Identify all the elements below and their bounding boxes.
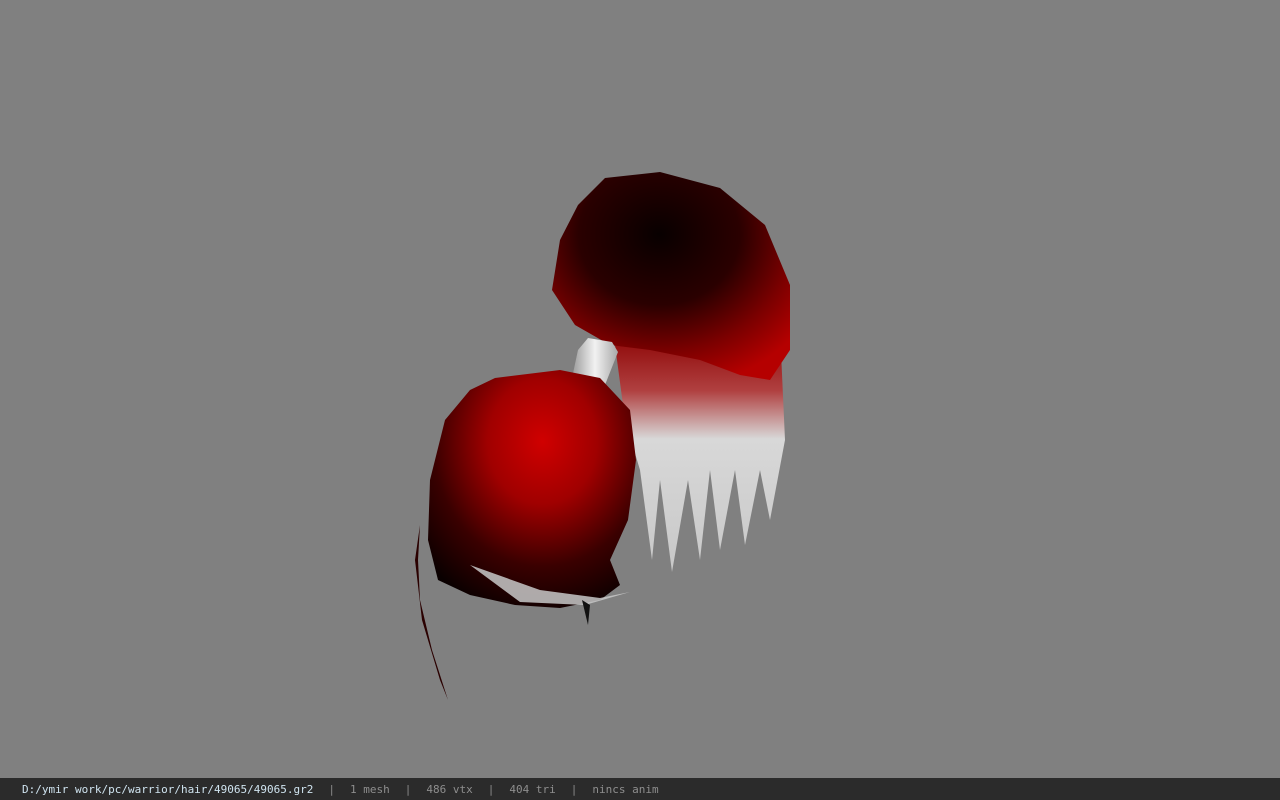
separator: | bbox=[404, 782, 412, 796]
triangle-count: 404 tri bbox=[509, 782, 556, 796]
hair-model bbox=[415, 172, 790, 700]
vertex-count: 486 vtx bbox=[426, 782, 473, 796]
front-bun bbox=[415, 370, 636, 700]
status-bar: D:/ymir work/pc/warrior/hair/49065/49065… bbox=[0, 778, 1280, 800]
mesh-count: 1 mesh bbox=[350, 782, 390, 796]
3d-viewport[interactable] bbox=[0, 0, 1280, 778]
separator: | bbox=[570, 782, 578, 796]
file-path: D:/ymir work/pc/warrior/hair/49065/49065… bbox=[22, 782, 314, 796]
animation-status: nincs anim bbox=[592, 782, 659, 796]
separator: | bbox=[487, 782, 495, 796]
separator: | bbox=[328, 782, 336, 796]
